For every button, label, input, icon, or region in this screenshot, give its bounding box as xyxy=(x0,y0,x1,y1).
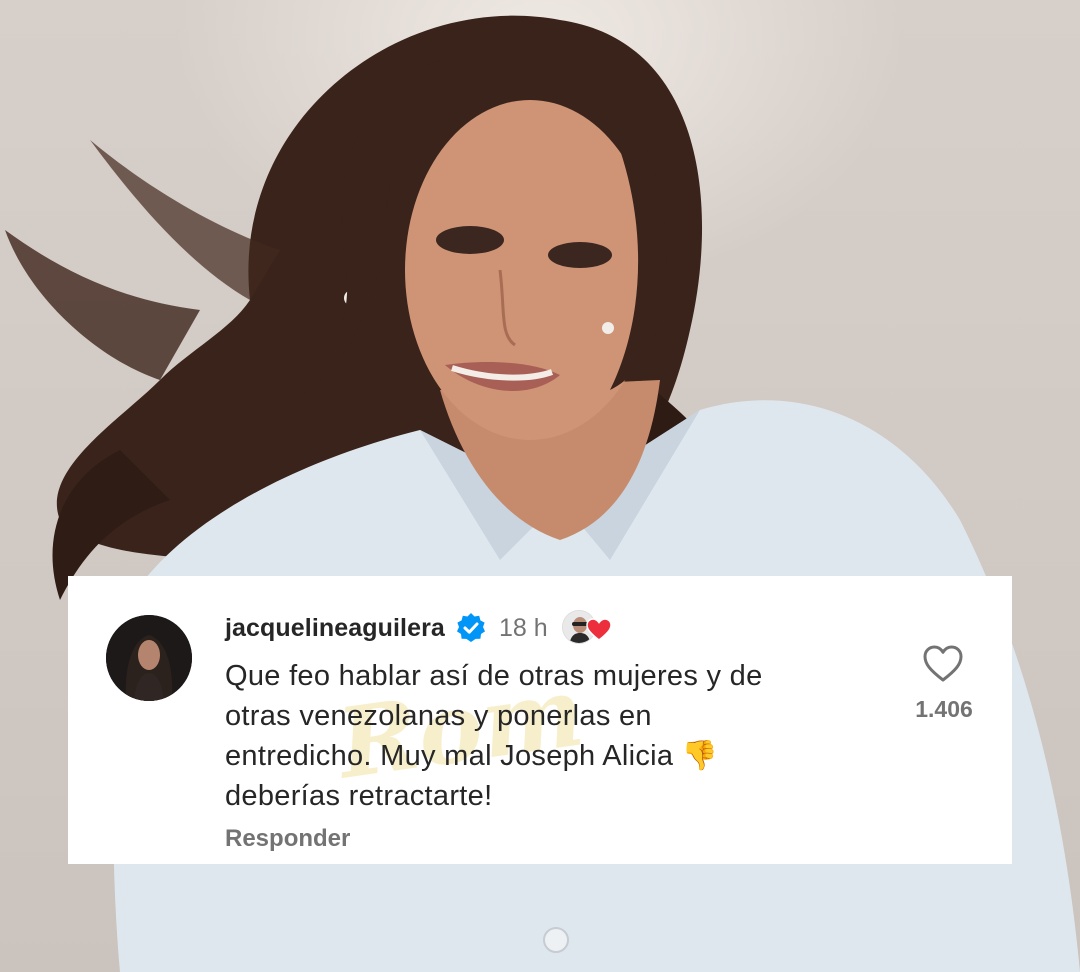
creator-liked-indicator xyxy=(561,608,612,648)
comment-text: Que feo hablar así de otras mujeres y de… xyxy=(225,660,763,812)
reply-button[interactable]: Responder xyxy=(225,825,350,853)
comment-meta: jacquelineaguilera 18 h xyxy=(225,608,612,648)
like-count: 1.406 xyxy=(915,696,973,722)
heart-outline-icon xyxy=(923,645,963,682)
creator-heart-badge-icon xyxy=(585,618,612,642)
comment-time: 18 h xyxy=(498,613,548,642)
username-link[interactable]: jacquelineaguilera xyxy=(225,614,445,643)
verified-badge-icon xyxy=(455,612,487,644)
avatar[interactable] xyxy=(106,615,192,701)
avatar-image xyxy=(106,615,192,701)
comment-card: Rom jacquelineaguilera 18 h Que feo habl… xyxy=(68,576,1012,864)
like-button[interactable] xyxy=(922,644,964,684)
